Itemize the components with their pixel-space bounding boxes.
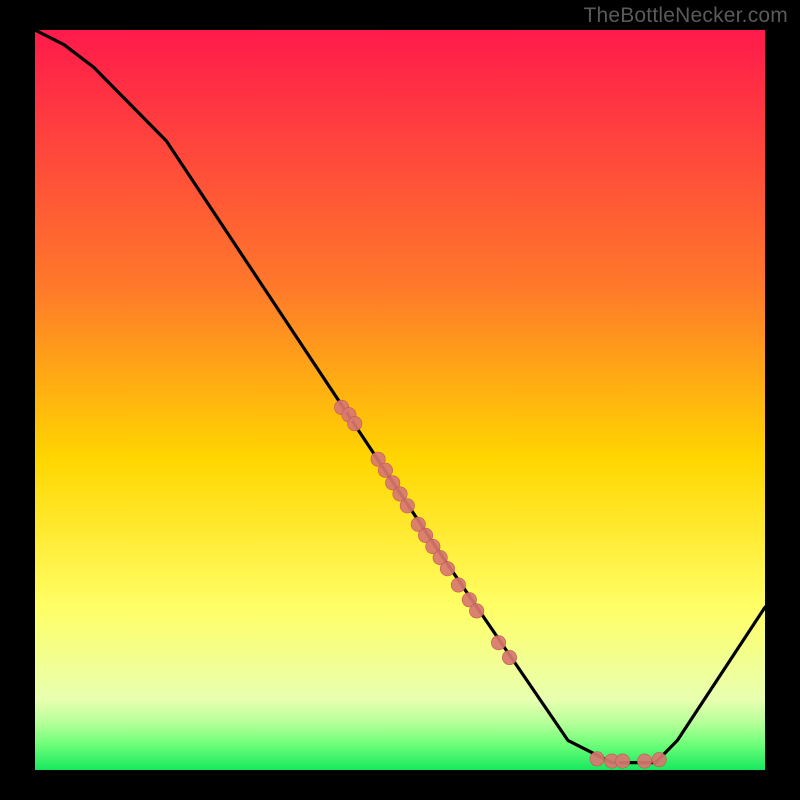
watermark-label: TheBottleNecker.com bbox=[583, 4, 788, 28]
data-point bbox=[491, 636, 505, 650]
data-point bbox=[469, 604, 483, 618]
data-point bbox=[440, 562, 454, 576]
data-point bbox=[615, 754, 629, 768]
data-point bbox=[400, 499, 414, 513]
chart-svg bbox=[35, 30, 765, 770]
plot-area bbox=[35, 30, 765, 770]
data-point bbox=[637, 754, 651, 768]
data-point bbox=[451, 578, 465, 592]
gradient-background bbox=[35, 30, 765, 770]
data-point bbox=[378, 463, 392, 477]
chart-root: TheBottleNecker.com bbox=[0, 0, 800, 800]
data-point bbox=[590, 752, 604, 766]
data-point bbox=[502, 650, 516, 664]
data-point bbox=[348, 416, 362, 430]
data-point bbox=[652, 752, 666, 766]
